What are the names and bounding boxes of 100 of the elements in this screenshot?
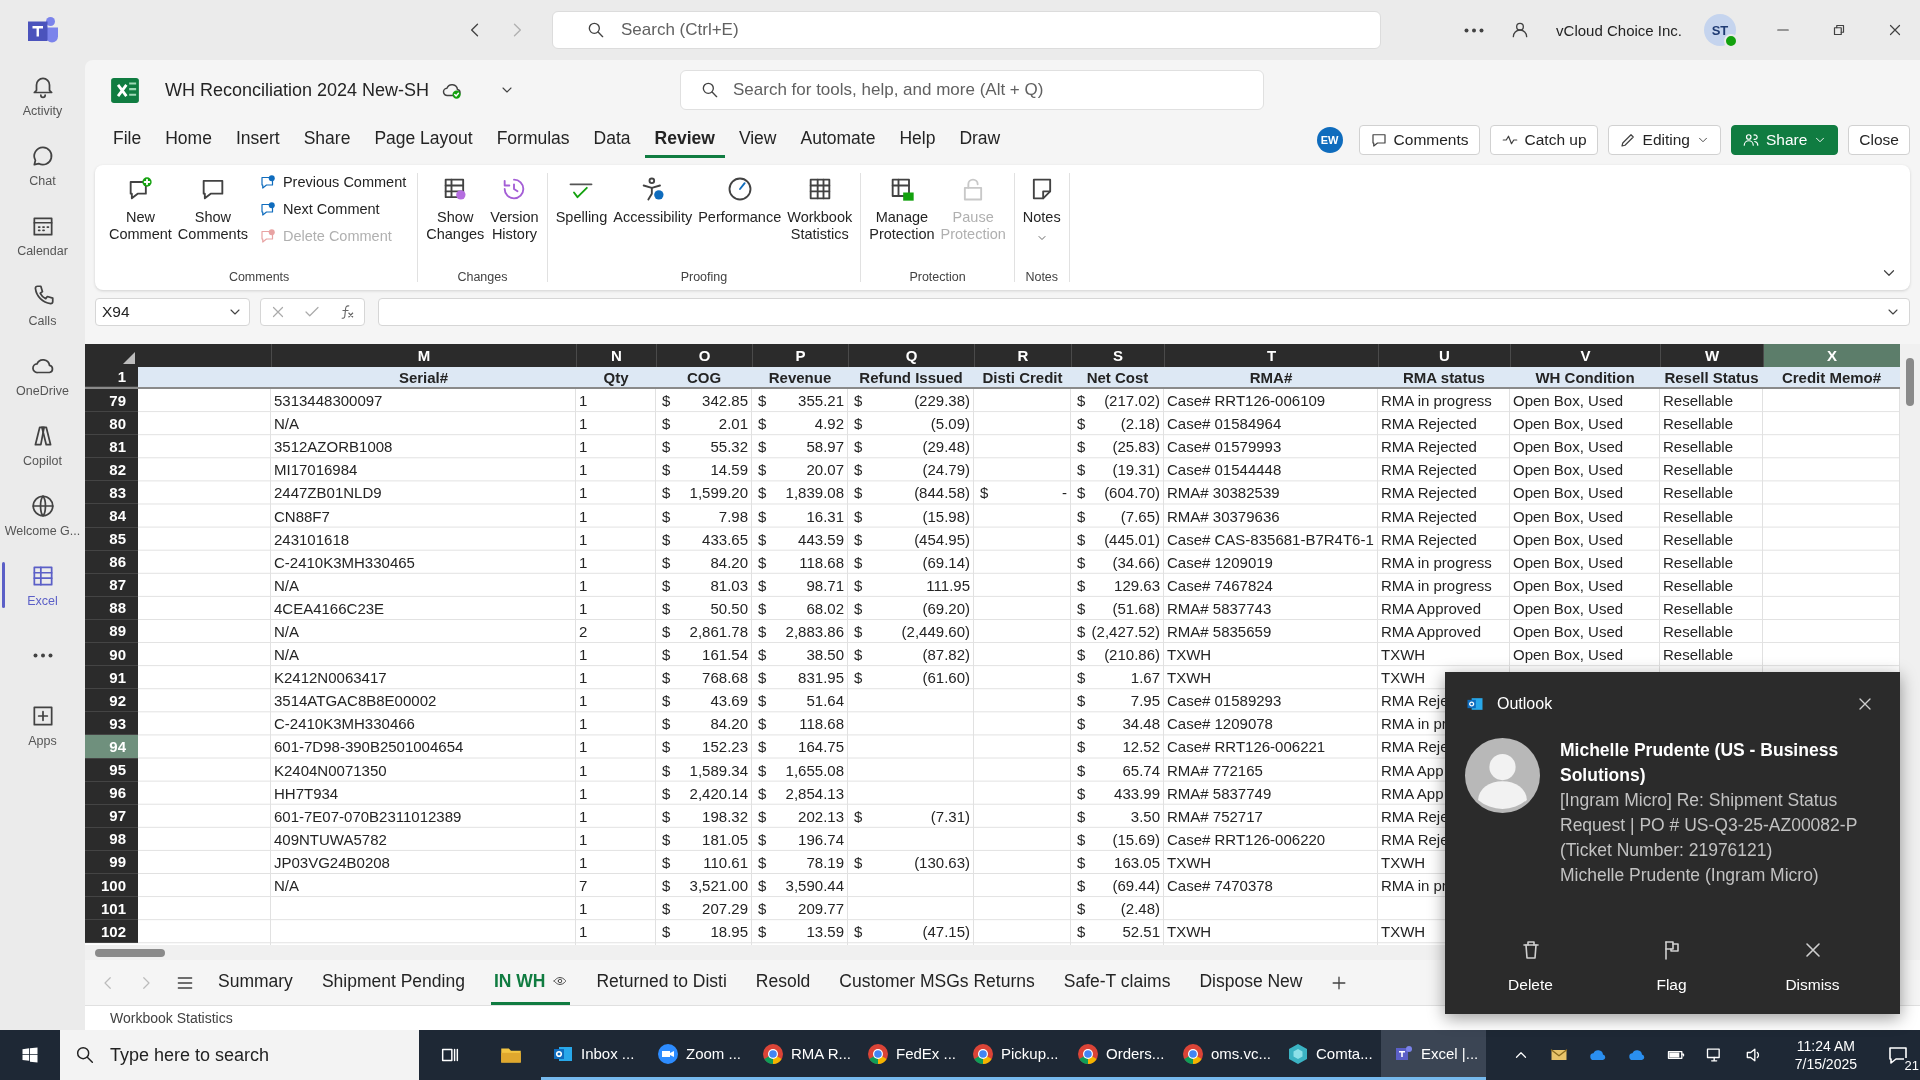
row-number[interactable]: 102 — [85, 920, 138, 944]
rail-item[interactable]: Chat — [0, 130, 85, 200]
taskbar-button[interactable]: RMA R... — [751, 1030, 856, 1080]
row-number[interactable]: 83 — [85, 481, 138, 505]
ribbon-button[interactable]: Accessibility — [610, 171, 696, 230]
notification-count: 21 — [1903, 1058, 1920, 1073]
organization-name[interactable]: vCloud Choice Inc. — [1556, 21, 1682, 39]
notification-action[interactable]: Delete — [1460, 938, 1601, 994]
row-number[interactable]: 87 — [85, 573, 138, 597]
sheet-tab[interactable]: Summary — [215, 960, 296, 1005]
app-logo-icon[interactable] — [27, 16, 58, 44]
editing-dropdown[interactable]: Editing — [1607, 125, 1721, 155]
menu-tab[interactable]: Insert — [225, 122, 290, 158]
row-number[interactable]: 101 — [85, 897, 138, 921]
ribbon-button[interactable]: Show Comments — [174, 171, 251, 247]
menu-tab[interactable]: Data — [583, 122, 641, 158]
row-number[interactable]: 100 — [85, 873, 138, 898]
row-number[interactable]: 82 — [85, 458, 138, 482]
row-number[interactable]: 98 — [85, 827, 138, 851]
menu-tab[interactable]: Home — [155, 122, 222, 158]
menu-tab[interactable]: Help — [889, 122, 946, 158]
vertical-scrollbar[interactable] — [1900, 344, 1920, 945]
notification-action[interactable]: Dismiss — [1742, 938, 1883, 994]
scrollbar-thumb[interactable] — [95, 949, 165, 957]
ribbon-button[interactable]: Next Comment — [258, 198, 413, 219]
sheet-tab[interactable]: Shipment Pending — [318, 960, 468, 1005]
comments-button[interactable]: Comments — [1358, 125, 1480, 155]
row-number[interactable]: 90 — [85, 643, 138, 667]
row-number[interactable]: 86 — [85, 550, 138, 574]
menu-tab[interactable]: Formulas — [486, 122, 580, 158]
row-number[interactable]: 84 — [85, 504, 138, 528]
rail-item[interactable]: Calendar — [0, 200, 85, 270]
row-number[interactable]: 79 — [85, 389, 138, 413]
rail-item[interactable]: Copilot — [0, 410, 85, 480]
ribbon-button[interactable]: Show Changes — [423, 171, 488, 247]
menu-tab[interactable]: Share — [293, 122, 361, 158]
row-number[interactable]: 94 — [85, 735, 138, 759]
row-number[interactable]: 89 — [85, 619, 138, 644]
sheet-tab[interactable]: Resold — [752, 960, 814, 1005]
sheet-tab[interactable]: Customer MSGs Returns — [836, 960, 1038, 1005]
presence-dot — [1724, 34, 1738, 48]
notification-action[interactable]: Flag — [1601, 938, 1742, 994]
taskbar-button[interactable]: Inbox ... — [541, 1030, 646, 1080]
sheet-tab[interactable]: Safe-T claims — [1060, 960, 1174, 1005]
table-cell: 409NTUWA5782 — [274, 830, 387, 848]
taskbar-button[interactable]: oms.vc... — [1171, 1030, 1276, 1080]
column-header[interactable]: X — [1763, 344, 1900, 367]
ribbon-button[interactable]: Previous Comment — [258, 171, 413, 192]
menu-tab[interactable]: Review — [644, 122, 725, 158]
menu-tab[interactable]: File — [103, 122, 152, 158]
taskbar-button[interactable]: Orders... — [1066, 1030, 1171, 1080]
scrollbar-thumb[interactable] — [1906, 358, 1914, 406]
rail-item[interactable]: Welcome G... — [0, 480, 85, 550]
search-field[interactable]: Search (Ctrl+E) — [552, 11, 1381, 49]
ribbon-button[interactable]: Notes — [1019, 171, 1064, 248]
row-number[interactable]: 93 — [85, 712, 138, 736]
search-field[interactable]: Search for tools, help, and more (Alt + Q) — [680, 70, 1264, 110]
ribbon-button[interactable]: New Comment — [106, 171, 175, 247]
catch-up-button[interactable]: Catch up — [1489, 125, 1598, 155]
row-number[interactable]: 85 — [85, 527, 138, 551]
ribbon-button[interactable]: Performance — [695, 171, 785, 230]
taskbar-button[interactable]: Pickup... — [961, 1030, 1066, 1080]
ribbon-button[interactable]: Spelling — [552, 171, 611, 230]
ribbon-button[interactable]: Workbook Statistics — [784, 171, 856, 247]
rail-item[interactable]: OneDrive — [0, 340, 85, 410]
taskbar-button[interactable]: Zoom ... — [646, 1030, 751, 1080]
more-icon[interactable] — [1464, 27, 1485, 33]
row-number[interactable]: 95 — [85, 758, 138, 782]
user-avatar[interactable]: ST — [1704, 14, 1736, 46]
search-field[interactable]: Type here to search — [60, 1030, 419, 1080]
row-number[interactable]: 96 — [85, 781, 138, 805]
row-number[interactable]: 1 — [85, 367, 138, 387]
row-number[interactable]: 99 — [85, 850, 138, 874]
currency-symbol: $ — [1077, 392, 1086, 410]
rail-item[interactable]: Calls — [0, 270, 85, 340]
taskbar-button[interactable]: FedEx ... — [856, 1030, 961, 1080]
rail-item[interactable]: Apps — [0, 690, 85, 760]
menu-tab[interactable]: View — [728, 122, 787, 158]
ribbon-button[interactable]: Manage Protection — [866, 171, 938, 247]
sheet-tab[interactable]: Dispose New — [1196, 960, 1306, 1005]
ribbon-button[interactable]: Version History — [487, 171, 542, 247]
rail-item[interactable]: Activity — [0, 60, 85, 130]
row-number[interactable]: 97 — [85, 804, 138, 828]
menu-tab[interactable]: Automate — [790, 122, 886, 158]
rail-item[interactable]: Excel — [0, 550, 85, 620]
row-number[interactable]: 92 — [85, 689, 138, 713]
name-box[interactable]: X94 — [95, 298, 250, 326]
share-button[interactable]: Share — [1731, 125, 1839, 155]
close-button[interactable]: Close — [1848, 125, 1910, 155]
user-avatar[interactable]: EW — [1316, 127, 1343, 153]
row-number[interactable]: 88 — [85, 596, 138, 620]
menu-tab[interactable]: Page Layout — [364, 122, 483, 158]
row-number[interactable]: 80 — [85, 412, 138, 436]
row-number[interactable]: 91 — [85, 666, 138, 690]
taskbar-button[interactable]: Excel |... — [1381, 1030, 1486, 1080]
row-number[interactable]: 81 — [85, 435, 138, 459]
menu-tab[interactable]: Draw — [949, 122, 1011, 158]
document-title[interactable]: WH Reconciliation 2024 New-SH — [165, 79, 430, 101]
sheet-tab[interactable]: Returned to Disti — [593, 960, 730, 1005]
clock[interactable]: 11:24 AM 7/15/2025 — [1794, 1036, 1857, 1074]
